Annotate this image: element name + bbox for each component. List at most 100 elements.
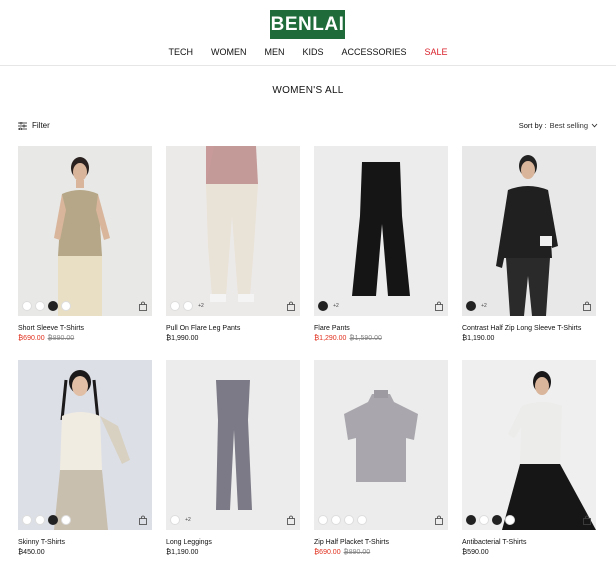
chevron-down-icon bbox=[591, 123, 598, 128]
color-swatch[interactable] bbox=[61, 301, 71, 311]
current-price: ₿1,190.00 bbox=[462, 335, 495, 342]
product-card[interactable]: +2 Contrast Half Zip Long Sleeve T-Shirt… bbox=[462, 146, 596, 342]
product-image[interactable]: +2 bbox=[166, 360, 300, 530]
product-name[interactable]: Skinny T-Shirts bbox=[18, 539, 152, 546]
product-card[interactable]: Zip Half Placket T-Shirts ₿690.00 ₿890.00 bbox=[314, 360, 448, 556]
color-swatch[interactable] bbox=[183, 301, 193, 311]
product-card[interactable]: Antibacterial T-Shirts ₿590.00 bbox=[462, 360, 596, 556]
shopping-bag-icon[interactable] bbox=[138, 515, 148, 525]
main-nav: TECH WOMEN MEN KIDS ACCESSORIES SALE bbox=[0, 47, 616, 57]
pants-figure bbox=[352, 162, 410, 296]
product-name[interactable]: Contrast Half Zip Long Sleeve T-Shirts bbox=[462, 325, 596, 332]
current-price: ₿450.00 bbox=[18, 549, 45, 556]
nav-item-accessories[interactable]: ACCESSORIES bbox=[332, 47, 415, 57]
product-price: ₿690.00 ₿890.00 bbox=[314, 549, 448, 556]
site-header: BENLAI TECH WOMEN MEN KIDS ACCESSORIES S… bbox=[0, 0, 616, 66]
color-swatch[interactable] bbox=[35, 301, 45, 311]
leggings-figure bbox=[216, 380, 252, 510]
product-name[interactable]: Zip Half Placket T-Shirts bbox=[314, 539, 448, 546]
product-price: ₿1,190.00 bbox=[166, 549, 300, 556]
color-swatch[interactable] bbox=[170, 515, 180, 525]
page-title: WOMEN'S ALL bbox=[272, 85, 344, 96]
model-figure bbox=[54, 157, 110, 316]
nav-item-men[interactable]: MEN bbox=[255, 47, 293, 57]
product-card[interactable]: +2 Long Leggings ₿1,190.00 bbox=[166, 360, 300, 556]
color-swatch[interactable] bbox=[318, 301, 328, 311]
color-swatch[interactable] bbox=[466, 301, 476, 311]
product-image[interactable] bbox=[462, 360, 596, 530]
product-card[interactable]: +2 Pull On Flare Leg Pants ₿1,990.00 bbox=[166, 146, 300, 342]
original-price: ₿1,590.00 bbox=[349, 335, 382, 342]
current-price: ₿1,190.00 bbox=[166, 549, 199, 556]
product-name[interactable]: Antibacterial T-Shirts bbox=[462, 539, 596, 546]
more-colors-indicator[interactable]: +2 bbox=[196, 301, 206, 311]
color-swatch[interactable] bbox=[357, 515, 367, 525]
sort-label: Sort by : bbox=[518, 121, 547, 130]
product-image[interactable] bbox=[18, 146, 152, 316]
product-image[interactable]: +2 bbox=[314, 146, 448, 316]
product-name[interactable]: Pull On Flare Leg Pants bbox=[166, 325, 300, 332]
filter-button[interactable]: Filter bbox=[18, 121, 50, 130]
model-figure bbox=[502, 371, 596, 530]
product-image[interactable]: +2 bbox=[462, 146, 596, 316]
model-figure bbox=[54, 370, 130, 530]
model-figure bbox=[496, 155, 558, 316]
more-colors-indicator[interactable]: +2 bbox=[331, 301, 341, 311]
color-swatch[interactable] bbox=[22, 515, 32, 525]
sort-dropdown[interactable]: Sort by : Best selling bbox=[519, 121, 598, 130]
sale-price: ₿690.00 bbox=[18, 335, 45, 342]
shopping-bag-icon[interactable] bbox=[434, 515, 444, 525]
product-price: ₿590.00 bbox=[462, 549, 596, 556]
product-image[interactable] bbox=[18, 360, 152, 530]
color-swatch[interactable] bbox=[170, 301, 180, 311]
product-image[interactable] bbox=[314, 360, 448, 530]
sale-price: ₿690.00 bbox=[314, 549, 341, 556]
product-card[interactable]: Short Sleeve T-Shirts ₿690.00 ₿890.00 bbox=[18, 146, 152, 342]
filter-icon bbox=[18, 121, 27, 130]
nav-item-kids[interactable]: KIDS bbox=[293, 47, 332, 57]
model-figure bbox=[206, 146, 258, 302]
shopping-bag-icon[interactable] bbox=[286, 515, 296, 525]
sale-price: ₿1,290.00 bbox=[314, 335, 347, 342]
current-price: ₿590.00 bbox=[462, 549, 489, 556]
sort-value: Best selling bbox=[549, 121, 588, 130]
product-price: ₿1,990.00 bbox=[166, 335, 300, 342]
product-name[interactable]: Flare Pants bbox=[314, 325, 448, 332]
color-swatch[interactable] bbox=[35, 515, 45, 525]
product-card[interactable]: +2 Flare Pants ₿1,290.00 ₿1,590.00 bbox=[314, 146, 448, 342]
current-price: ₿1,990.00 bbox=[166, 335, 199, 342]
color-swatch[interactable] bbox=[318, 515, 328, 525]
filter-label: Filter bbox=[32, 121, 50, 130]
product-price: ₿1,290.00 ₿1,590.00 bbox=[314, 335, 448, 342]
shopping-bag-icon[interactable] bbox=[286, 301, 296, 311]
nav-item-tech[interactable]: TECH bbox=[159, 47, 202, 57]
color-swatch[interactable] bbox=[61, 515, 71, 525]
nav-item-sale[interactable]: SALE bbox=[416, 47, 457, 57]
product-price: ₿1,190.00 bbox=[462, 335, 596, 342]
color-swatch[interactable] bbox=[492, 515, 502, 525]
more-colors-indicator[interactable]: +2 bbox=[183, 515, 193, 525]
color-swatch[interactable] bbox=[466, 515, 476, 525]
more-colors-indicator[interactable]: +2 bbox=[479, 301, 489, 311]
shopping-bag-icon[interactable] bbox=[582, 515, 592, 525]
color-swatch[interactable] bbox=[505, 515, 515, 525]
product-price: ₿450.00 bbox=[18, 549, 152, 556]
shopping-bag-icon[interactable] bbox=[582, 301, 592, 311]
nav-item-women[interactable]: WOMEN bbox=[202, 47, 256, 57]
shopping-bag-icon[interactable] bbox=[138, 301, 148, 311]
tshirt-figure bbox=[344, 390, 418, 482]
shopping-bag-icon[interactable] bbox=[434, 301, 444, 311]
product-card[interactable]: Skinny T-Shirts ₿450.00 bbox=[18, 360, 152, 556]
color-swatch[interactable] bbox=[331, 515, 341, 525]
color-swatch[interactable] bbox=[48, 515, 58, 525]
color-swatch[interactable] bbox=[22, 301, 32, 311]
product-image[interactable]: +2 bbox=[166, 146, 300, 316]
brand-logo[interactable]: BENLAI bbox=[270, 10, 345, 39]
original-price: ₿890.00 bbox=[47, 335, 75, 342]
color-swatch[interactable] bbox=[479, 515, 489, 525]
product-name[interactable]: Long Leggings bbox=[166, 539, 300, 546]
color-swatch[interactable] bbox=[48, 301, 58, 311]
product-name[interactable]: Short Sleeve T-Shirts bbox=[18, 325, 152, 332]
color-swatch[interactable] bbox=[344, 515, 354, 525]
product-price: ₿690.00 ₿890.00 bbox=[18, 335, 152, 342]
